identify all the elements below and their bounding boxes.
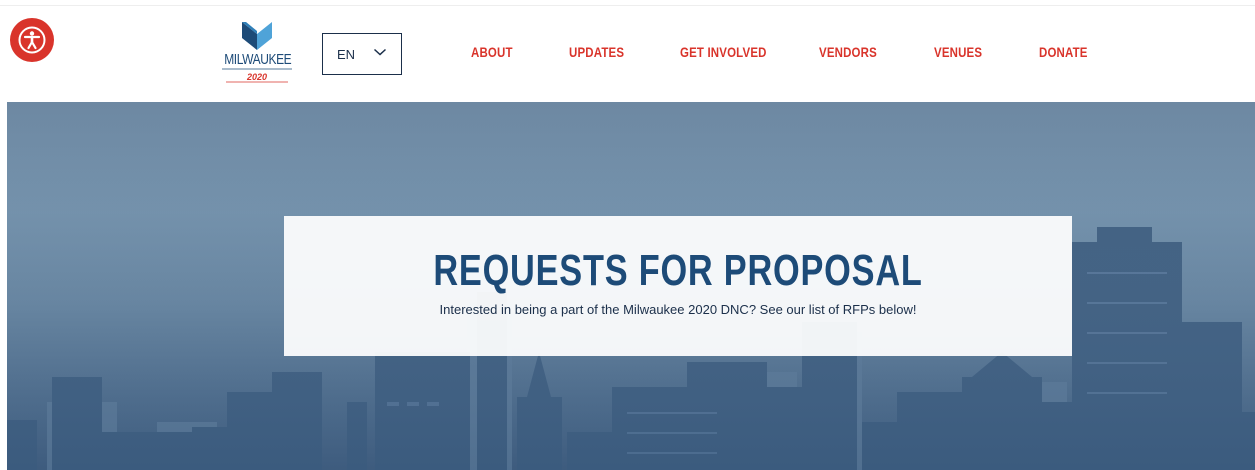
- hero-panel: REQUESTS FOR PROPOSAL Interested in bein…: [284, 216, 1072, 356]
- hero-title: REQUESTS FOR PROPOSAL: [433, 246, 923, 295]
- hero-banner: REQUESTS FOR PROPOSAL Interested in bein…: [7, 102, 1255, 470]
- nav-get-involved[interactable]: GET INVOLVED: [680, 44, 767, 60]
- nav-updates[interactable]: UPDATES: [569, 44, 624, 60]
- nav-about[interactable]: ABOUT: [471, 44, 513, 60]
- main-nav: ABOUT UPDATES GET INVOLVED VENDORS VENUE…: [0, 44, 1255, 64]
- logo-year: 2020: [246, 72, 268, 82]
- nav-vendors[interactable]: VENDORS: [819, 44, 877, 60]
- hero-subtitle: Interested in being a part of the Milwau…: [439, 302, 917, 317]
- nav-donate[interactable]: DONATE: [1039, 44, 1088, 60]
- nav-venues[interactable]: VENUES: [934, 44, 982, 60]
- site-header: MILWAUKEE 2020 EN ABOUT UPDATES GET INVO…: [0, 6, 1255, 102]
